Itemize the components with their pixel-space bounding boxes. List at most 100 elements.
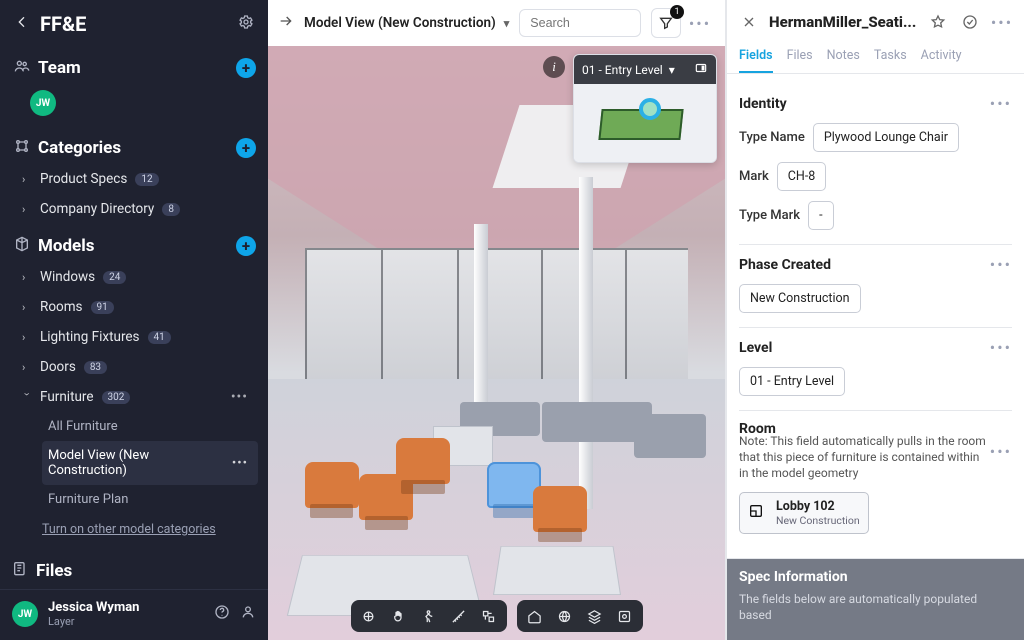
model-viewer[interactable]: i 01 - Entry Level ▾ — [268, 46, 725, 640]
team-title: Team — [38, 58, 81, 78]
level-selector[interactable]: 01 - Entry Level ▾ — [574, 55, 716, 84]
type-mark-value[interactable]: - — [808, 201, 833, 230]
profile-icon[interactable] — [240, 604, 256, 624]
spec-section: Spec Information The fields below are au… — [727, 558, 1024, 640]
level-value[interactable]: 01 - Entry Level — [739, 367, 845, 396]
minimap[interactable] — [574, 84, 716, 162]
type-mark-label: Type Mark — [739, 208, 800, 223]
room-chip[interactable]: Lobby 102 New Construction — [739, 492, 869, 534]
sidebar-item-doors[interactable]: › Doors 83 — [12, 352, 258, 382]
viewer-object-sofa[interactable] — [634, 414, 706, 458]
chevron-right-icon: › — [22, 271, 32, 284]
categories-title: Categories — [38, 138, 121, 158]
viewer-object-table[interactable] — [492, 547, 620, 596]
walk-tool-button[interactable] — [415, 604, 443, 628]
gear-icon[interactable] — [238, 14, 254, 34]
sidebar-item-lighting[interactable]: › Lighting Fixtures 41 — [12, 322, 258, 352]
team-member-avatar[interactable]: JW — [30, 90, 56, 116]
settings-view-button[interactable] — [611, 604, 639, 628]
add-team-button[interactable]: + — [236, 58, 256, 78]
sidebar-item-company-directory[interactable]: › Company Directory 8 — [12, 194, 258, 224]
phase-value[interactable]: New Construction — [739, 284, 861, 313]
add-model-button[interactable]: + — [236, 236, 256, 256]
viewer-object-chair[interactable] — [533, 486, 587, 532]
section-more-icon[interactable]: ••• — [990, 255, 1012, 274]
room-sub: New Construction — [776, 514, 860, 527]
viewer-geometry — [579, 177, 593, 510]
center-panel: Model View (New Construction) ▾ 1 ••• — [268, 0, 726, 640]
phase-section: Phase Created ••• New Construction — [739, 244, 1012, 327]
panel-title: HermanMiller_Seati... — [769, 13, 918, 31]
layers-button[interactable] — [581, 604, 609, 628]
sidebar-footer: JW Jessica Wyman Layer — [0, 589, 268, 640]
section-more-icon[interactable]: ••• — [990, 94, 1012, 113]
arrow-right-icon[interactable] — [278, 13, 294, 33]
star-icon[interactable] — [926, 10, 950, 34]
level-section: Level ••• 01 - Entry Level — [739, 327, 1012, 410]
sidebar-item-rooms[interactable]: › Rooms 91 — [12, 292, 258, 322]
level-minimap: 01 - Entry Level ▾ — [573, 54, 717, 163]
home-view-button[interactable] — [521, 604, 549, 628]
more-icon[interactable]: ••• — [228, 456, 252, 471]
spec-note: The fields below are automatically popul… — [739, 591, 1012, 623]
identity-section: Identity ••• Type Name Plywood Lounge Ch… — [739, 84, 1012, 244]
section-tool-button[interactable] — [475, 604, 503, 628]
viewer-nav-tools — [351, 600, 643, 632]
section-more-icon[interactable]: ••• — [990, 442, 1012, 461]
chevron-down-icon: ▾ — [669, 63, 675, 77]
user-avatar[interactable]: JW — [12, 601, 38, 627]
breadcrumb[interactable]: Model View (New Construction) ▾ — [304, 15, 509, 31]
sidebar-item-windows[interactable]: › Windows 24 — [12, 262, 258, 292]
add-category-button[interactable]: + — [236, 138, 256, 158]
team-icon — [14, 58, 30, 78]
section-title: Level — [739, 340, 772, 356]
more-button[interactable]: ••• — [685, 8, 715, 38]
user-org: Layer — [48, 615, 139, 628]
more-icon[interactable]: ••• — [990, 10, 1014, 34]
minimap-toggle-icon[interactable] — [694, 61, 708, 78]
sidebar-item-furniture[interactable]: › Furniture 302 ••• — [12, 382, 258, 412]
pan-tool-button[interactable] — [385, 604, 413, 628]
models-section: Models + › Windows 24 › Rooms 91 › Light… — [0, 230, 268, 552]
search — [519, 9, 641, 37]
viewer-object-chair[interactable] — [396, 438, 450, 484]
sidebar-sub-model-view[interactable]: Model View (New Construction) ••• — [42, 441, 258, 485]
globe-view-button[interactable] — [551, 604, 579, 628]
sidebar-item-product-specs[interactable]: › Product Specs 12 — [12, 164, 258, 194]
info-icon[interactable]: i — [543, 56, 565, 78]
section-more-icon[interactable]: ••• — [990, 338, 1012, 357]
viewer-object-chair[interactable] — [305, 462, 359, 508]
sidebar-sub-furniture-plan[interactable]: Furniture Plan — [42, 485, 258, 514]
close-icon[interactable] — [737, 10, 761, 34]
tab-activity[interactable]: Activity — [921, 40, 962, 73]
back-icon[interactable] — [14, 14, 30, 34]
tab-files[interactable]: Files — [787, 40, 813, 73]
tab-tasks[interactable]: Tasks — [874, 40, 907, 73]
categories-section: Categories + › Product Specs 12 › Compan… — [0, 132, 268, 230]
panel-body: Identity ••• Type Name Plywood Lounge Ch… — [727, 74, 1024, 640]
count-badge: 302 — [102, 391, 131, 404]
models-icon — [14, 236, 30, 256]
chevron-right-icon: › — [22, 331, 32, 344]
tab-fields[interactable]: Fields — [739, 40, 773, 73]
sidebar-header: FF&E — [0, 0, 268, 52]
count-badge: 12 — [135, 173, 158, 186]
sidebar-sub-all-furniture[interactable]: All Furniture — [42, 412, 258, 441]
search-input[interactable] — [519, 9, 641, 37]
count-badge: 83 — [84, 361, 107, 374]
filter-button[interactable]: 1 — [651, 8, 681, 38]
turn-on-categories-link[interactable]: Turn on other model categories — [12, 514, 258, 541]
tab-notes[interactable]: Notes — [827, 40, 860, 73]
panel-tabs: Fields Files Notes Tasks Activity — [727, 40, 1024, 74]
more-icon[interactable]: ••• — [227, 389, 252, 405]
mark-value[interactable]: CH-8 — [777, 162, 827, 191]
orbit-tool-button[interactable] — [355, 604, 383, 628]
type-name-value[interactable]: Plywood Lounge Chair — [813, 123, 959, 152]
measure-tool-button[interactable] — [445, 604, 473, 628]
categories-icon — [14, 138, 30, 158]
check-circle-icon[interactable] — [958, 10, 982, 34]
files-section-header[interactable]: Files — [0, 552, 268, 589]
mark-label: Mark — [739, 169, 769, 184]
help-icon[interactable] — [214, 604, 230, 624]
chevron-right-icon: › — [22, 361, 32, 374]
